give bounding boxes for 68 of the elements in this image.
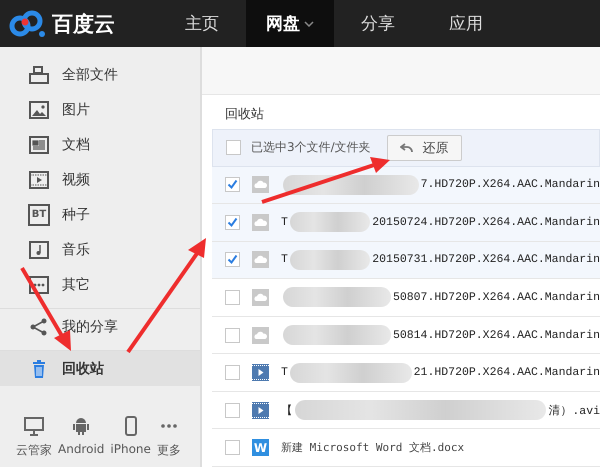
word-document-icon: W (252, 439, 269, 456)
sidebar-item[interactable]: 其它 (0, 267, 200, 302)
nav-tab[interactable]: 主页 (158, 0, 246, 47)
file-row[interactable]: 【 清）.avi (212, 392, 600, 430)
file-row[interactable]: W 新建 Microsoft Word 文档.docx (212, 429, 600, 467)
checkbox[interactable] (225, 290, 240, 305)
bt-icon: BT (28, 204, 50, 226)
document-icon (28, 134, 50, 156)
printer-icon (28, 64, 50, 86)
dots-icon (28, 274, 50, 296)
cloud-logo-icon (8, 10, 48, 38)
checkbox[interactable] (225, 252, 240, 268)
cloud-file-icon (252, 288, 269, 306)
checkbox[interactable] (225, 214, 240, 230)
file-name: 50807.HD720P.X264.AAC.Mandarin (392, 290, 600, 304)
cloud-file-icon (252, 326, 269, 344)
monitor-icon[interactable] (23, 415, 45, 437)
sidebar-item[interactable]: BT 种子 (0, 197, 200, 232)
sidebar-item[interactable]: 文档 (0, 127, 200, 162)
file-name: 21.HD720P.X264.AAC.Mandarin (414, 366, 600, 380)
client-label[interactable]: iPhone (110, 442, 151, 456)
cloud-file-icon (252, 176, 269, 194)
music-note-icon (28, 238, 50, 260)
image-icon (28, 98, 50, 120)
file-row[interactable]: T 20150731.HD720P.X264.AAC.Mandarin (212, 242, 600, 280)
nav-tab[interactable]: 网盘 (246, 0, 334, 47)
file-name: 【 (281, 404, 293, 418)
undo-arrow-icon (400, 142, 413, 153)
film-icon (28, 168, 50, 190)
file-name: 7.HD720P.X264.AAC.Mandarin (420, 178, 600, 192)
file-name: 20150724.HD720P.X264.AAC.Mandarin (372, 216, 600, 229)
file-row[interactable]: 7.HD720P.X264.AAC.Mandarin (212, 166, 600, 204)
file-row[interactable]: T 20150724.HD720P.X264.AAC.Mandarin (212, 204, 600, 242)
file-name: 新建 Microsoft Word 文档.docx (281, 440, 464, 456)
sidebar-item[interactable]: 回收站 (0, 351, 200, 386)
file-name: T (281, 366, 288, 380)
file-name: 清）.avi (548, 404, 600, 418)
file-row[interactable]: T 21.HD720P.X264.AAC.Mandarin (212, 354, 600, 392)
checkbox[interactable] (225, 328, 240, 343)
file-row[interactable]: 50814.HD720P.X264.AAC.Mandarin (212, 316, 600, 354)
file-name: T (281, 216, 288, 229)
file-name: 20150731.HD720P.X264.AAC.Mandarin (372, 253, 600, 266)
file-row[interactable]: 50807.HD720P.X264.AAC.Mandarin (212, 279, 600, 317)
checkbox[interactable] (226, 140, 241, 156)
cloud-file-icon (252, 214, 269, 231)
client-label[interactable]: 更多 (156, 442, 181, 459)
nav-tab[interactable]: 应用 (422, 0, 510, 47)
client-label[interactable]: 云管家 (16, 442, 52, 459)
video-file-icon (252, 402, 269, 419)
checkbox[interactable] (225, 365, 240, 380)
sidebar-item[interactable]: 全部文件 (0, 57, 200, 92)
selection-summary: 已选中3个文件/文件夹 (251, 139, 371, 156)
sidebar-item[interactable]: 我的分享 (0, 309, 200, 344)
sidebar-item[interactable]: 音乐 (0, 232, 200, 267)
video-file-icon (252, 364, 269, 382)
file-name: T (281, 253, 288, 266)
file-name: 50814.HD720P.X264.AAC.Mandarin (392, 328, 600, 342)
checkbox[interactable] (225, 440, 240, 456)
sidebar-item[interactable]: 图片 (0, 92, 200, 127)
checkbox[interactable] (225, 402, 240, 418)
breadcrumb: 回收站 (224, 106, 265, 124)
brand-name: 百度云 (52, 10, 115, 38)
sidebar-item[interactable]: 视频 (0, 162, 200, 197)
client-label[interactable]: Android (58, 442, 104, 456)
checkbox[interactable] (225, 177, 240, 192)
nav-tab[interactable]: 分享 (334, 0, 422, 47)
cloud-file-icon (252, 251, 269, 268)
restore-button[interactable]: 还原 (386, 134, 462, 161)
